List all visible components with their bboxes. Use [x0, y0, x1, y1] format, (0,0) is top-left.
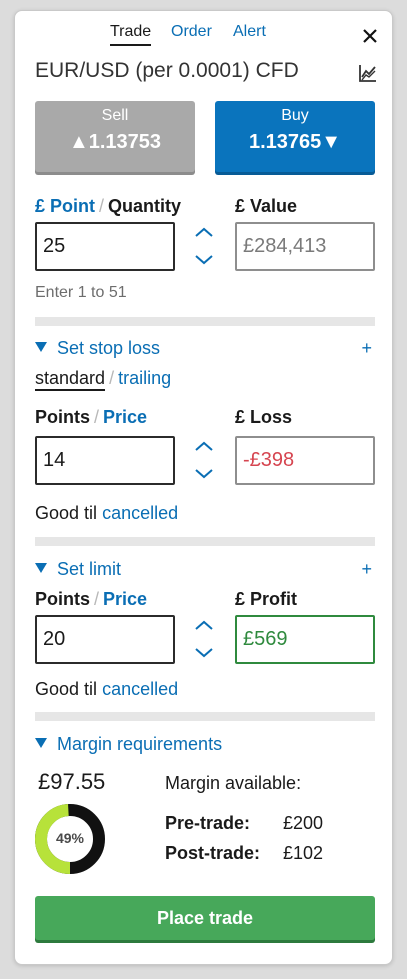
- stop-points-stepper[interactable]: [192, 438, 216, 488]
- profit-label: £ Profit: [235, 589, 298, 609]
- set-limit-expand-plus[interactable]: +: [361, 559, 372, 580]
- ticket-tabs: Trade Order Alert: [15, 20, 394, 48]
- buy-price: 1.13765▼: [248, 131, 342, 153]
- stop-type-tabs: standard / trailing: [35, 368, 171, 391]
- tab-alert[interactable]: Alert: [233, 20, 266, 44]
- margin-amount: £97.55: [38, 769, 106, 794]
- limit-points-label[interactable]: Points: [35, 589, 90, 609]
- good-til-cancelled-link[interactable]: cancelled: [102, 503, 178, 523]
- stop-good-til: Good til cancelled: [35, 503, 178, 524]
- chevron-down-icon: [195, 469, 213, 479]
- tab-order[interactable]: Order: [171, 20, 212, 44]
- margin-donut: 49%: [34, 803, 106, 875]
- stop-mode-labels: Points / Price: [35, 407, 147, 428]
- chevron-up-icon: [195, 227, 213, 237]
- separator: /: [109, 368, 115, 388]
- quantity-stepper[interactable]: [192, 224, 216, 274]
- pre-trade-value: £200: [283, 813, 324, 833]
- pre-trade-row: Pre-trade: £200: [165, 813, 323, 834]
- limit-points-input[interactable]: 20: [35, 615, 175, 664]
- deal-ticket-panel: Trade Order Alert EUR/USD (per 0.0001) C…: [14, 10, 393, 965]
- stop-type-trailing[interactable]: trailing: [118, 368, 171, 388]
- limit-good-til: Good til cancelled: [35, 679, 178, 700]
- good-til-text: Good til: [35, 503, 98, 523]
- pre-trade-label: Pre-trade:: [165, 813, 251, 833]
- tab-trade[interactable]: Trade: [110, 20, 152, 46]
- value-label: £ Value: [235, 196, 298, 216]
- stop-points-label[interactable]: Points: [35, 407, 90, 427]
- close-icon[interactable]: [362, 28, 378, 44]
- value-field[interactable]: £284,413: [235, 222, 375, 271]
- post-trade-label: Post-trade:: [165, 843, 261, 863]
- loss-field[interactable]: -£398: [235, 436, 375, 485]
- margin-requirements-label: Margin requirements: [57, 734, 223, 754]
- post-trade-row: Post-trade: £102: [165, 843, 323, 864]
- quantity-hint: Enter 1 to 51: [35, 284, 127, 301]
- separator: /: [94, 589, 100, 609]
- margin-percent: 49%: [55, 830, 85, 846]
- divider: [35, 317, 375, 326]
- chevron-up-icon: [195, 441, 213, 451]
- sell-label: Sell: [101, 107, 129, 124]
- separator: /: [99, 196, 105, 216]
- quantity-mode-label[interactable]: Quantity: [108, 196, 181, 216]
- sell-button[interactable]: Sell ▲1.13753: [35, 101, 195, 172]
- stop-points-input[interactable]: 14: [35, 436, 175, 485]
- place-trade-button[interactable]: Place trade: [35, 896, 375, 940]
- limit-mode-labels: Points / Price: [35, 589, 147, 610]
- buy-label: Buy: [281, 107, 309, 124]
- separator: /: [94, 407, 100, 427]
- stop-type-standard[interactable]: standard: [35, 368, 106, 391]
- triangle-down-icon: [35, 563, 47, 573]
- set-limit-toggle[interactable]: Set limit: [35, 559, 121, 580]
- point-mode-link[interactable]: £ Point: [35, 196, 95, 216]
- stop-loss-label: Set stop loss: [57, 338, 161, 358]
- triangle-down-icon: [35, 342, 47, 352]
- margin-available-label: Margin available:: [165, 773, 302, 793]
- profit-field[interactable]: £569: [235, 615, 375, 664]
- post-trade-value: £102: [283, 843, 324, 863]
- size-mode-labels: £ Point / Quantity: [35, 196, 181, 217]
- stop-loss-toggle[interactable]: Set stop loss: [35, 338, 160, 359]
- good-til-cancelled-link[interactable]: cancelled: [102, 679, 178, 699]
- divider: [35, 712, 375, 721]
- triangle-down-icon: [35, 738, 47, 748]
- limit-price-link[interactable]: Price: [103, 589, 147, 609]
- divider: [35, 537, 375, 546]
- sell-price: ▲1.13753: [68, 131, 162, 153]
- set-limit-label: Set limit: [57, 559, 122, 579]
- chevron-up-icon: [195, 620, 213, 630]
- margin-requirements-toggle[interactable]: Margin requirements: [35, 734, 222, 755]
- loss-label: £ Loss: [235, 407, 293, 427]
- buy-button[interactable]: Buy 1.13765▼: [215, 101, 375, 172]
- chevron-down-icon: [195, 648, 213, 658]
- chart-line-icon[interactable]: [358, 63, 378, 83]
- stop-loss-expand-plus[interactable]: +: [361, 338, 372, 359]
- quantity-input[interactable]: 25: [35, 222, 175, 271]
- limit-points-stepper[interactable]: [192, 617, 216, 667]
- stop-price-link[interactable]: Price: [103, 407, 147, 427]
- chevron-down-icon: [195, 255, 213, 265]
- good-til-text: Good til: [35, 679, 98, 699]
- instrument-title: EUR/USD (per 0.0001) CFD: [35, 59, 299, 82]
